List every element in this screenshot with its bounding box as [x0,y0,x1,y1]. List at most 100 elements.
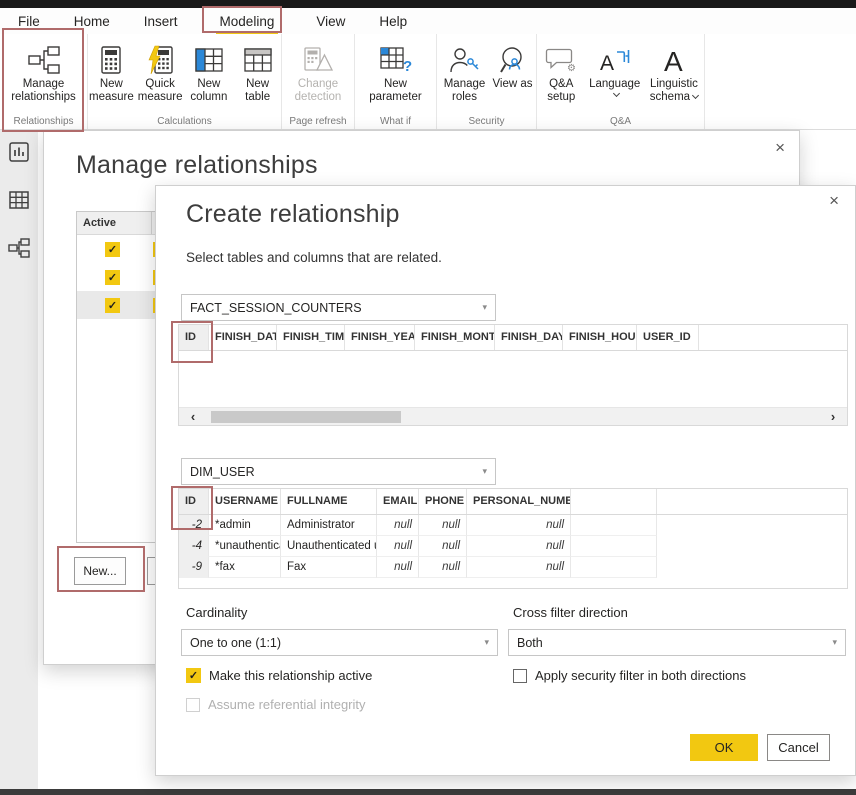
cell-email[interactable]: null [377,515,419,536]
window-bottom-bar [0,789,856,795]
manage-roles-button[interactable]: Manage roles [440,42,490,104]
new-parameter-icon: ? [380,42,412,78]
cell-email[interactable]: null [377,557,419,578]
view-as-button[interactable]: View as [492,42,534,91]
table2-selector-value: DIM_USER [190,465,255,479]
qa-setup-button[interactable]: ⚙ Q&A setup [537,42,586,104]
change-detection-icon [303,42,333,78]
table2-selector[interactable]: DIM_USER ▾ [181,458,496,485]
table1-column-finish-date[interactable]: FINISH_DATE [209,325,277,350]
table2-column-phone[interactable]: PHONE [419,489,467,514]
ok-button[interactable]: OK [690,734,758,761]
scroll-left-icon[interactable]: ‹ [181,408,205,425]
active-checkbox-checked[interactable]: ✓ [105,270,120,285]
active-checkbox-checked[interactable]: ✓ [105,242,120,257]
table2-column-username[interactable]: USERNAME [209,489,281,514]
cell-personal-number[interactable]: null [467,515,571,536]
cell-fullname[interactable]: Unauthenticated user [281,536,377,557]
linguistic-schema-icon: A [662,42,686,78]
new-parameter-label: New parameter [364,78,428,104]
new-measure-button[interactable]: New measure [88,42,135,104]
quick-measure-button[interactable]: Quick measure [137,42,184,104]
group-label-what-if: What if [355,116,436,127]
data-view-icon[interactable] [7,188,31,217]
new-column-label: New column [186,78,233,104]
security-filter-checkbox-unchecked[interactable] [513,669,527,683]
active-checkbox-checked[interactable]: ✓ [105,298,120,313]
make-active-option[interactable]: ✓ Make this relationship active [186,668,372,683]
tab-file[interactable]: File [18,14,40,29]
cell-email[interactable]: null [377,536,419,557]
cell-id[interactable]: -4 [179,536,209,557]
new-table-button[interactable]: New table [234,42,281,104]
cell-personal-number[interactable]: null [467,557,571,578]
scrollbar-thumb[interactable] [211,411,401,423]
table1-header-filler [699,325,847,350]
qa-setup-icon: ⚙ [545,42,577,78]
table2-column-fullname[interactable]: FULLNAME [281,489,377,514]
table1-column-user-id[interactable]: USER_ID [637,325,699,350]
tab-modeling[interactable]: Modeling [212,14,283,29]
create-dialog-title: Create relationship [186,200,400,229]
linguistic-schema-button[interactable]: A Linguistic schema [644,42,704,104]
manage-dialog-close-icon[interactable]: × [775,139,785,156]
create-dialog-close-icon[interactable]: × [829,192,839,209]
cell-username[interactable]: *fax [209,557,281,578]
cell-id[interactable]: -9 [179,557,209,578]
table2-row[interactable]: -2 *admin Administrator null null null [179,515,847,536]
cross-filter-dropdown[interactable]: Both ▾ [508,629,846,656]
group-what-if: ? New parameter What if [355,34,437,130]
cancel-button[interactable]: Cancel [767,734,830,761]
cell-username[interactable]: *unauthenticated [209,536,281,557]
model-view-icon[interactable] [7,236,31,265]
group-relationships: Manage relationships Relationships [0,34,88,130]
new-relationship-button[interactable]: New... [74,557,126,585]
table1-column-finish-month[interactable]: FINISH_MONTH [415,325,495,350]
cell-id[interactable]: -2 [179,515,209,536]
language-button[interactable]: A Language [588,42,642,96]
manage-relationships-button[interactable]: Manage relationships [4,42,84,104]
tab-insert[interactable]: Insert [144,14,178,29]
new-column-button[interactable]: New column [186,42,233,104]
table1-column-finish-hour[interactable]: FINISH_HOUR [563,325,637,350]
make-active-checkbox-checked[interactable]: ✓ [186,668,201,683]
group-label-page-refresh: Page refresh [282,116,354,127]
cell-personal-number[interactable]: null [467,536,571,557]
table2-row[interactable]: -4 *unauthenticated Unauthenticated user… [179,536,847,557]
cell-fullname[interactable]: Fax [281,557,377,578]
cell-phone[interactable]: null [419,557,467,578]
table2-column-email[interactable]: EMAIL [377,489,419,514]
report-view-icon[interactable] [7,140,31,169]
cardinality-dropdown[interactable]: One to one (1:1) ▾ [181,629,498,656]
manage-roles-icon [449,42,480,78]
powerbi-window: File Home Insert Modeling View Help Ma [0,0,856,795]
cell-filler [571,557,657,578]
table2-column-personal-number[interactable]: PERSONAL_NUMBER [467,489,571,514]
table1-column-finish-year[interactable]: FINISH_YEAR [345,325,415,350]
cell-fullname[interactable]: Administrator [281,515,377,536]
scroll-right-icon[interactable]: › [821,408,845,425]
table1-column-finish-day[interactable]: FINISH_DAY [495,325,563,350]
cell-username[interactable]: *admin [209,515,281,536]
table1-column-finish-time[interactable]: FINISH_TIME [277,325,345,350]
security-filter-option[interactable]: Apply security filter in both directions [513,668,746,683]
dropdown-caret-icon: ▾ [832,637,837,648]
tab-home[interactable]: Home [74,14,110,29]
table2-row[interactable]: -9 *fax Fax null null null [179,557,847,578]
new-parameter-button[interactable]: ? New parameter [364,42,428,104]
cell-phone[interactable]: null [419,536,467,557]
table2-column-id[interactable]: ID [179,489,209,514]
cell-phone[interactable]: null [419,515,467,536]
group-label-security: Security [437,116,536,127]
create-dialog-subtitle: Select tables and columns that are relat… [186,250,442,265]
window-titlebar [0,0,856,8]
table1-column-id[interactable]: ID [179,325,209,350]
active-column-header[interactable]: Active [77,212,152,234]
tab-help[interactable]: Help [379,14,407,29]
tab-view[interactable]: View [316,14,345,29]
cross-filter-label: Cross filter direction [513,605,628,620]
referential-integrity-option: Assume referential integrity [186,697,366,712]
new-table-icon [244,42,272,78]
qa-setup-label: Q&A setup [537,78,586,104]
table1-selector[interactable]: FACT_SESSION_COUNTERS ▾ [181,294,496,321]
